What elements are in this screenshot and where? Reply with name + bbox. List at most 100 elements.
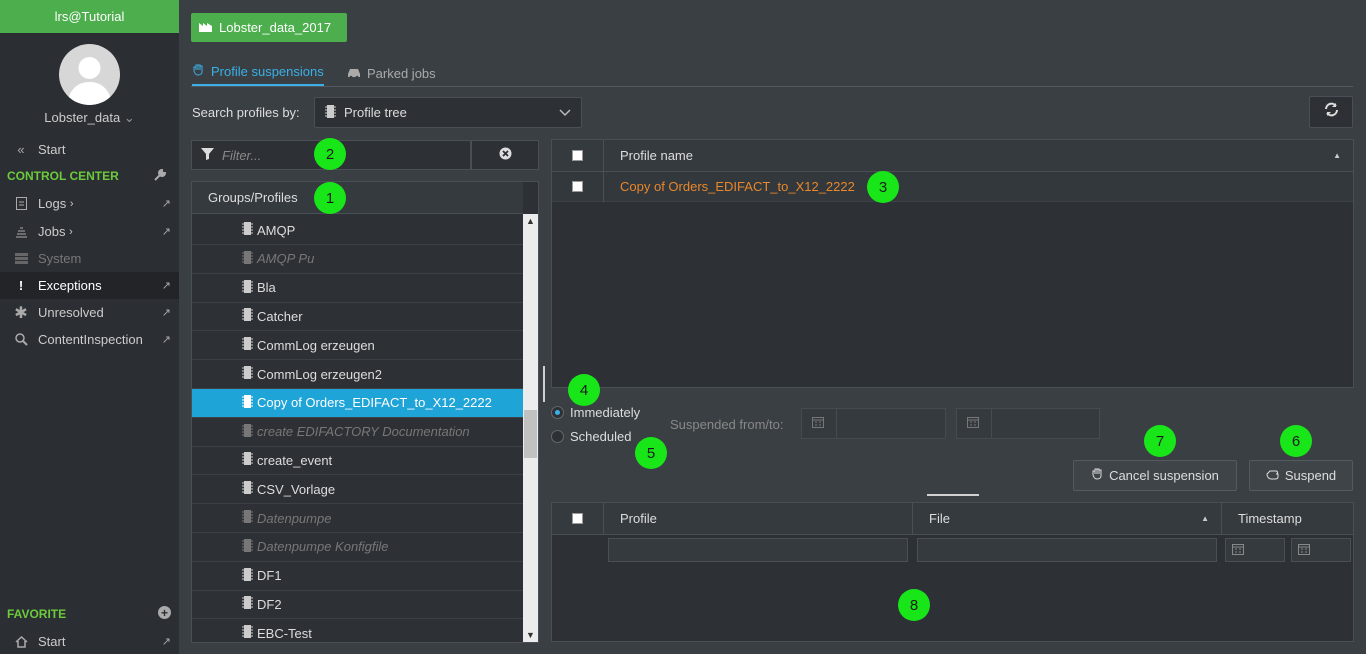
radio-immediately[interactable]: Immediately bbox=[551, 405, 640, 420]
tree-row[interactable]: Datenpumpe Konfigfile bbox=[192, 533, 523, 562]
tree-row[interactable]: EBC-Test bbox=[192, 619, 523, 642]
wrench-icon[interactable] bbox=[153, 168, 167, 185]
panel-resize-handle[interactable] bbox=[927, 494, 979, 496]
user-bar[interactable]: lrs@Tutorial bbox=[0, 0, 179, 33]
tree-row[interactable]: create EDIFACTORY Documentation bbox=[192, 418, 523, 447]
tab-profile-suspensions[interactable]: Profile suspensions bbox=[192, 60, 324, 86]
tree-row[interactable]: CommLog erzeugen bbox=[192, 331, 523, 361]
tree-scroll-thumb[interactable] bbox=[524, 410, 537, 458]
external-link-icon[interactable]: ↗ bbox=[162, 635, 171, 648]
chip-icon bbox=[242, 625, 253, 641]
sidebar-start[interactable]: « Start bbox=[0, 136, 179, 163]
chip-icon bbox=[242, 337, 253, 353]
tree-row-label: create EDIFACTORY Documentation bbox=[257, 424, 470, 440]
column-profile[interactable]: Profile bbox=[604, 503, 913, 534]
cancel-suspension-button[interactable]: Cancel suspension bbox=[1073, 460, 1237, 491]
external-link-icon[interactable]: ↗ bbox=[162, 279, 171, 292]
tree-row-label: CommLog erzeugen bbox=[257, 337, 375, 353]
chip-icon bbox=[242, 567, 253, 584]
refresh-button[interactable] bbox=[1309, 96, 1353, 128]
avatar[interactable] bbox=[59, 44, 120, 105]
tab-parked-jobs[interactable]: Parked jobs bbox=[347, 60, 436, 86]
tree-row[interactable]: Datenpumpe bbox=[192, 504, 523, 533]
sort-asc-icon[interactable]: ▲ bbox=[1201, 514, 1209, 523]
clear-filter-button[interactable] bbox=[471, 140, 539, 170]
suspend-from-date[interactable] bbox=[801, 408, 946, 439]
favorite-item-start[interactable]: Start ↗ bbox=[0, 628, 179, 654]
tree-row[interactable]: AMQP bbox=[192, 216, 523, 245]
button-label: Suspend bbox=[1284, 468, 1337, 483]
tree-header-label: Groups/Profiles bbox=[208, 190, 298, 205]
favorite-heading: FAVORITE bbox=[7, 607, 67, 621]
chip-icon bbox=[242, 596, 253, 612]
splitter-handle[interactable] bbox=[543, 366, 545, 402]
external-link-icon[interactable]: ↗ bbox=[162, 197, 171, 210]
sidebar-item-jobs[interactable]: Jobs › ↗ bbox=[0, 218, 179, 245]
column-file[interactable]: File ▲ bbox=[913, 503, 1222, 534]
tree-row[interactable]: Bla bbox=[192, 274, 523, 303]
add-favorite-icon[interactable]: + bbox=[158, 606, 171, 620]
chip-icon bbox=[242, 279, 253, 296]
chip-icon bbox=[242, 250, 253, 267]
sort-asc-icon[interactable]: ▲ bbox=[1333, 151, 1341, 160]
row-checkbox[interactable] bbox=[572, 181, 583, 192]
tree-row-label: AMQP Pu bbox=[257, 251, 315, 267]
chip-icon bbox=[242, 308, 253, 324]
tree-row[interactable]: CommLog erzeugen2 bbox=[192, 360, 523, 389]
tree-row-label: EBC-Test bbox=[257, 625, 312, 641]
tree-row[interactable]: AMQP Pu bbox=[192, 245, 523, 274]
chevron-down-icon bbox=[559, 105, 571, 120]
sidebar-item-exceptions[interactable]: ! Exceptions ↗ bbox=[0, 272, 179, 299]
tree-row[interactable]: Catcher bbox=[192, 302, 523, 332]
radio-button[interactable] bbox=[551, 406, 564, 419]
profile-filter-input[interactable] bbox=[608, 538, 908, 562]
scroll-up-icon[interactable]: ▲ bbox=[526, 216, 535, 226]
tree-row-label: Datenpumpe Konfigfile bbox=[257, 539, 389, 555]
suspend-button[interactable]: Suspend bbox=[1249, 460, 1353, 491]
tree-row[interactable]: DF1 bbox=[192, 562, 523, 591]
radio-button[interactable] bbox=[551, 430, 564, 443]
external-link-icon[interactable]: ↗ bbox=[162, 333, 171, 346]
tree-row[interactable]: CSV_Vorlage bbox=[192, 475, 523, 505]
search-mode-select[interactable]: Profile tree bbox=[314, 97, 582, 128]
radio-label: Immediately bbox=[570, 405, 641, 420]
search-mode-value: Profile tree bbox=[344, 105, 407, 120]
scroll-down-icon[interactable]: ▼ bbox=[526, 630, 535, 640]
tree-row[interactable]: Copy of Orders_EDIFACT_to_X12_2222 bbox=[192, 388, 523, 418]
timestamp-to-filter[interactable] bbox=[1291, 538, 1351, 562]
tree-row[interactable]: DF2 bbox=[192, 590, 523, 620]
tree-row[interactable]: create_event bbox=[192, 446, 523, 476]
callout-badge: 2 bbox=[314, 138, 346, 170]
tree-row-label: Catcher bbox=[257, 308, 303, 324]
external-link-icon[interactable]: ↗ bbox=[162, 225, 171, 238]
client-selector[interactable]: Lobster_data ⌄ bbox=[0, 110, 179, 126]
profile-name-link[interactable]: Copy of Orders_EDIFACT_to_X12_2222 bbox=[604, 179, 855, 194]
chip-icon bbox=[325, 104, 336, 121]
chip-icon bbox=[242, 366, 253, 382]
chip-icon bbox=[242, 481, 253, 497]
column-profile-name[interactable]: Profile name bbox=[604, 148, 693, 163]
select-all-checkbox[interactable] bbox=[572, 513, 583, 524]
tree-row-label: Datenpumpe bbox=[257, 510, 332, 526]
suspend-to-date[interactable] bbox=[956, 408, 1100, 439]
external-link-icon[interactable]: ↗ bbox=[162, 306, 171, 319]
radio-scheduled[interactable]: Scheduled bbox=[551, 429, 631, 444]
tab-label: Parked jobs bbox=[367, 65, 436, 81]
sidebar-item-unresolved[interactable]: ✱ Unresolved ↗ bbox=[0, 299, 179, 326]
project-button[interactable]: Lobster_data_2017 bbox=[191, 13, 347, 42]
sidebar-item-logs[interactable]: Logs › ↗ bbox=[0, 190, 179, 217]
tree-header[interactable]: Groups/Profiles bbox=[192, 182, 523, 214]
chip-icon bbox=[242, 538, 253, 555]
file-filter-input[interactable] bbox=[917, 538, 1217, 562]
chip-icon bbox=[242, 394, 253, 411]
car-icon bbox=[347, 66, 361, 81]
callout-badge: 4 bbox=[568, 374, 600, 406]
magnifier-icon bbox=[12, 333, 30, 346]
timestamp-from-filter[interactable] bbox=[1225, 538, 1285, 562]
table-row[interactable]: Copy of Orders_EDIFACT_to_X12_2222 bbox=[552, 171, 1353, 202]
column-timestamp[interactable]: Timestamp bbox=[1222, 511, 1302, 526]
suspended-profiles-grid: Profile name ▲ Copy of Orders_EDIFACT_to… bbox=[551, 139, 1354, 388]
select-all-checkbox[interactable] bbox=[572, 150, 583, 161]
sidebar-item-contentinspection[interactable]: ContentInspection ↗ bbox=[0, 326, 179, 353]
sidebar-item-system: System bbox=[0, 245, 179, 272]
